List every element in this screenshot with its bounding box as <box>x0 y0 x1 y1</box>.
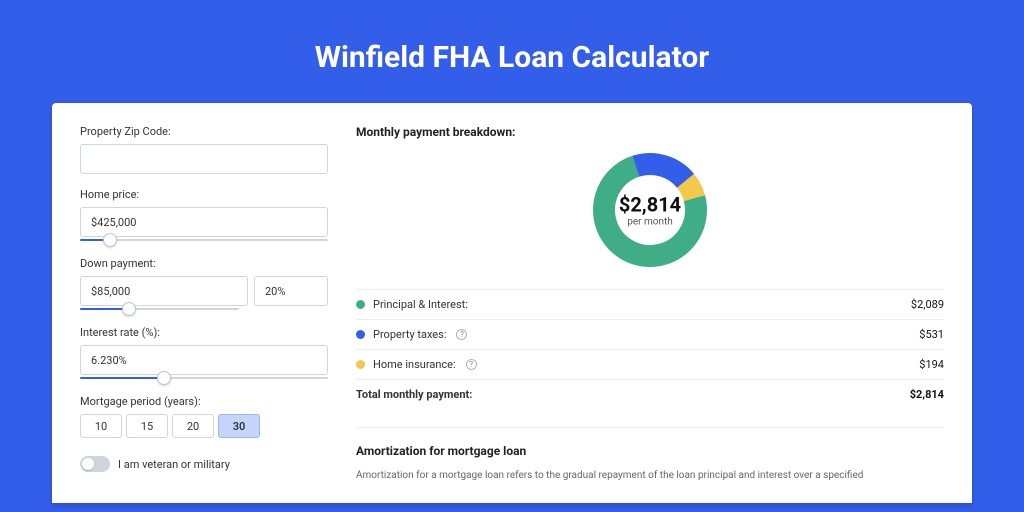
donut-sub: per month <box>619 217 681 228</box>
dot-icon <box>356 300 365 309</box>
period-btn-20[interactable]: 20 <box>172 414 214 438</box>
legend-value: $531 <box>919 328 944 341</box>
down-payment-label: Down payment: <box>80 257 328 270</box>
donut-amount: $2,814 <box>619 193 681 217</box>
home-price-label: Home price: <box>80 188 328 201</box>
down-payment-group: Down payment: <box>80 257 328 306</box>
period-btn-15[interactable]: 15 <box>126 414 168 438</box>
legend-value: $194 <box>919 358 944 371</box>
slider-thumb[interactable] <box>122 302 136 316</box>
mortgage-period-label: Mortgage period (years): <box>80 395 328 408</box>
legend-row-taxes: Property taxes: ? $531 <box>356 319 944 349</box>
veteran-row: I am veteran or military <box>80 456 328 472</box>
zip-label: Property Zip Code: <box>80 125 328 138</box>
home-price-input[interactable] <box>80 207 328 237</box>
period-btn-30[interactable]: 30 <box>218 414 260 438</box>
legend-value: $2,814 <box>910 388 944 401</box>
slider-thumb[interactable] <box>103 233 117 247</box>
down-payment-input[interactable] <box>80 276 248 306</box>
down-payment-slider[interactable] <box>80 308 239 310</box>
info-icon[interactable]: ? <box>456 329 467 340</box>
legend-row-insurance: Home insurance: ? $194 <box>356 349 944 379</box>
interest-rate-group: Interest rate (%): <box>80 326 328 375</box>
veteran-label: I am veteran or military <box>118 458 230 471</box>
donut-chart: $2,814 per month <box>356 149 944 271</box>
veteran-toggle[interactable] <box>80 456 110 472</box>
zip-input[interactable] <box>80 144 328 174</box>
slider-thumb[interactable] <box>157 371 171 385</box>
home-price-slider[interactable] <box>80 239 328 241</box>
legend-label: Home insurance: <box>373 358 456 371</box>
legend-row-total: Total monthly payment: $2,814 <box>356 379 944 409</box>
zip-group: Property Zip Code: <box>80 125 328 174</box>
period-buttons: 10 15 20 30 <box>80 414 328 438</box>
breakdown-panel: Monthly payment breakdown: $2,814 per mo… <box>356 125 944 503</box>
form-panel: Property Zip Code: Home price: Down paym… <box>80 125 328 503</box>
legend-row-principal: Principal & Interest: $2,089 <box>356 289 944 319</box>
amortization-text: Amortization for a mortgage loan refers … <box>356 468 944 483</box>
interest-rate-label: Interest rate (%): <box>80 326 328 339</box>
interest-rate-slider[interactable] <box>80 377 328 379</box>
home-price-group: Home price: <box>80 188 328 237</box>
interest-rate-input[interactable] <box>80 345 328 375</box>
dot-icon <box>356 360 365 369</box>
mortgage-period-group: Mortgage period (years): 10 15 20 30 <box>80 395 328 438</box>
breakdown-title: Monthly payment breakdown: <box>356 125 944 139</box>
page-title: Winfield FHA Loan Calculator <box>52 40 972 75</box>
down-payment-pct-input[interactable] <box>254 276 328 306</box>
dot-icon <box>356 330 365 339</box>
calculator-card: Property Zip Code: Home price: Down paym… <box>52 103 972 503</box>
donut-center: $2,814 per month <box>619 193 681 228</box>
amortization-title: Amortization for mortgage loan <box>356 427 944 458</box>
legend-label: Property taxes: <box>373 328 446 341</box>
legend-label: Principal & Interest: <box>373 298 468 311</box>
period-btn-10[interactable]: 10 <box>80 414 122 438</box>
info-icon[interactable]: ? <box>466 359 477 370</box>
legend-value: $2,089 <box>911 298 944 311</box>
legend-label: Total monthly payment: <box>356 388 472 401</box>
